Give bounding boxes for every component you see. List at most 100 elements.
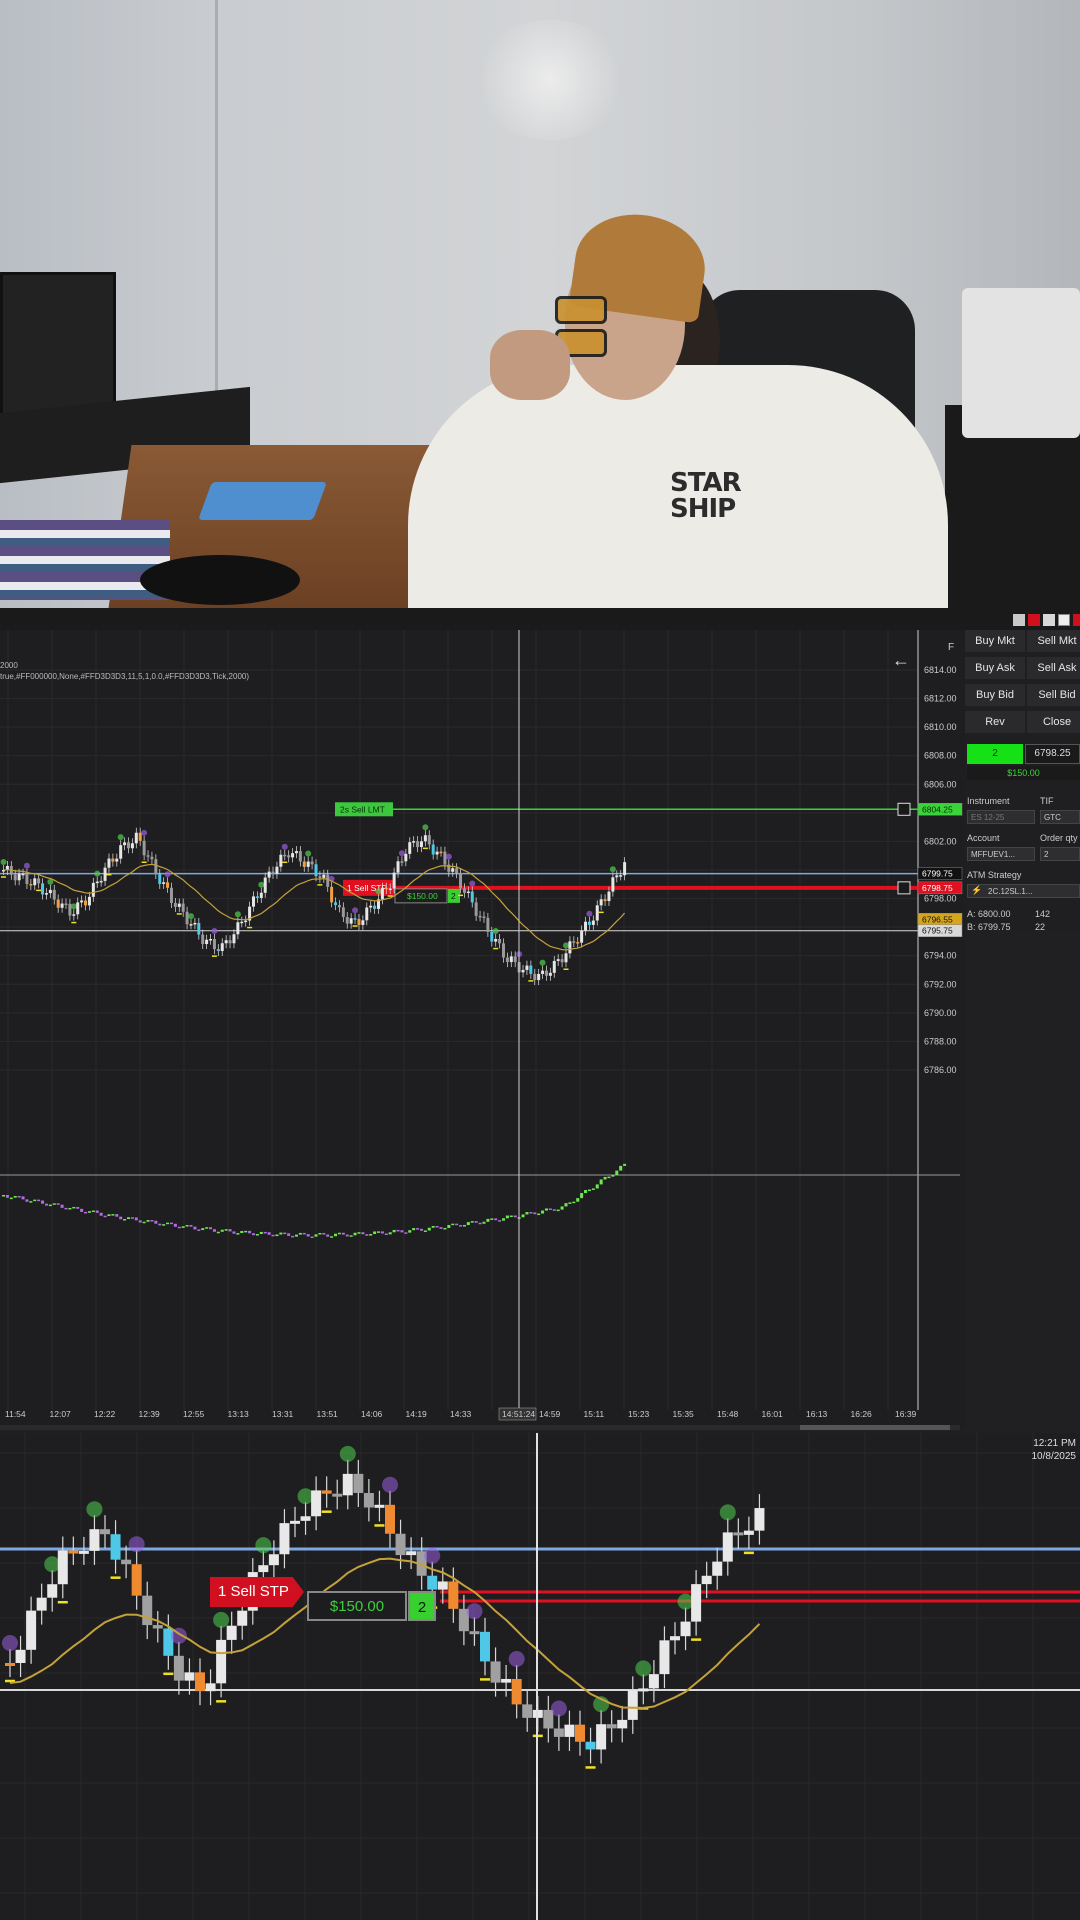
indicator-bar (95, 1210, 99, 1213)
candle (279, 854, 283, 867)
candle (173, 1655, 184, 1681)
candle (226, 1625, 237, 1640)
indicator-bar (244, 1230, 248, 1233)
indicator-bar (482, 1221, 486, 1224)
candle (670, 1636, 680, 1641)
candle (47, 1584, 58, 1598)
indicator-bar (384, 1233, 388, 1235)
trading-platform: 6814.00 6812.00 6810.00 6808.00 6806.00 6802.… (0, 608, 1080, 1433)
candle (267, 871, 271, 878)
candle (306, 861, 310, 867)
candle (342, 1473, 353, 1496)
candle (154, 859, 158, 874)
candle (314, 864, 318, 877)
indicator-bar (52, 1203, 56, 1205)
hoodie-text: STAR SHIP (670, 468, 742, 524)
candle (580, 930, 584, 943)
indicator-bar (2, 1195, 5, 1197)
instrument-select[interactable]: ES 12-25 (967, 810, 1035, 824)
indicator-bar (466, 1222, 470, 1226)
candle (509, 956, 513, 963)
indicator-bar (189, 1225, 193, 1227)
candle (722, 1532, 733, 1562)
indicator-bar (337, 1232, 341, 1235)
indicator-bar (236, 1233, 240, 1235)
candle (185, 911, 189, 925)
sell-stop-order-label[interactable]: 1 Sell STP (210, 1577, 304, 1607)
candle (332, 1493, 343, 1497)
indicator-bar (44, 1203, 48, 1206)
candle (361, 920, 365, 925)
account-select[interactable]: MFFUEV1... (967, 847, 1035, 861)
candle (374, 1504, 385, 1508)
atm-strategy-select[interactable]: 2C.12SL.1... (967, 884, 1080, 898)
indicator-bar (572, 1201, 576, 1204)
maximize-button[interactable] (1043, 614, 1055, 626)
indicator-bar (451, 1223, 455, 1226)
candle (564, 953, 568, 963)
chart-canvas[interactable]: 6814.00 6812.00 6810.00 6808.00 6806.00 6802.… (0, 630, 965, 1430)
candle (353, 918, 357, 920)
close-position-button[interactable]: Close (1027, 711, 1080, 733)
candle (197, 922, 201, 935)
back-arrow-icon[interactable]: ← (892, 650, 910, 671)
sell-ask-button[interactable]: Sell Ask (1027, 657, 1080, 679)
sell-stop-cancel-icon[interactable] (897, 881, 911, 895)
indicator-bar (310, 1236, 314, 1239)
indicator-bar (205, 1227, 209, 1229)
indicator-bar (17, 1195, 21, 1198)
window-button[interactable] (1058, 614, 1070, 626)
tif-select[interactable]: GTC (1040, 810, 1080, 824)
ema-line (3, 863, 626, 951)
indicator-bar (595, 1184, 599, 1189)
scrollbar-thumb[interactable] (800, 1425, 950, 1430)
sell-bid-button[interactable]: Sell Bid (1027, 684, 1080, 706)
zoomed-price-chart[interactable]: 12:21 PM 10/8/2025 1 Sell STP $150.00 2 (0, 1433, 1080, 1920)
candle (162, 882, 166, 884)
order-qty-label: Order qty (1040, 833, 1078, 843)
buy-bid-button[interactable]: Buy Bid (965, 684, 1025, 706)
order-qty-input[interactable]: 2 (1040, 847, 1080, 861)
buy-ask-button[interactable]: Buy Ask (965, 657, 1025, 679)
signal-dot (188, 913, 194, 920)
sell-market-button[interactable]: Sell Mkt (1027, 630, 1080, 652)
signal-dot (211, 927, 218, 934)
candle (638, 1688, 649, 1692)
position-price: 6798.25 (1025, 744, 1080, 764)
candle (5, 1663, 15, 1666)
indicator-bar (353, 1232, 357, 1236)
candle (84, 900, 88, 906)
candle (259, 892, 263, 898)
candle (209, 938, 213, 941)
indicator-bar (76, 1206, 80, 1209)
candle (521, 969, 525, 973)
candle (345, 917, 349, 924)
indicator-bar (177, 1226, 181, 1229)
time-tick-label: 15:35 (673, 1409, 695, 1419)
close-button[interactable] (1073, 614, 1080, 626)
indicator-bar (560, 1206, 564, 1210)
restore-button[interactable] (1028, 614, 1040, 626)
indicator-bar (228, 1229, 232, 1232)
price-chart[interactable]: 6814.00 6812.00 6810.00 6808.00 6806.00 6802.… (0, 630, 965, 1430)
ask-line: A: 6800.00 (967, 909, 1011, 919)
indicator-bar (150, 1220, 154, 1222)
sell-limit-cancel-icon[interactable] (897, 802, 911, 816)
candle (310, 861, 314, 865)
candle (181, 903, 185, 912)
candle (68, 1550, 79, 1554)
candle (455, 868, 459, 874)
sell-limit-order-label[interactable]: 2s Sell LMT (340, 804, 385, 814)
indicator-bar (326, 1234, 330, 1237)
indicator-bar (271, 1234, 275, 1237)
signal-dot (492, 927, 499, 934)
candle (525, 965, 529, 970)
indicator-bar (29, 1201, 33, 1203)
reverse-button[interactable]: Rev (965, 711, 1025, 733)
minimize-button[interactable] (1013, 614, 1025, 626)
time-tick-label: 15:23 (628, 1409, 650, 1419)
zoomed-chart-canvas[interactable] (0, 1433, 1080, 1920)
position-qty: 2 (967, 744, 1023, 764)
buy-market-button[interactable]: Buy Mkt (965, 630, 1025, 652)
candle (443, 851, 447, 865)
